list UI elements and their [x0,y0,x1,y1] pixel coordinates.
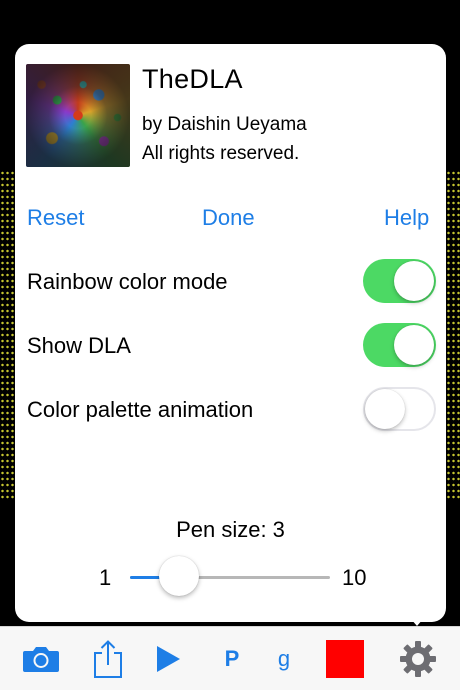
toggle-knob [394,261,434,301]
reset-button[interactable]: Reset [27,205,84,231]
play-button[interactable] [152,627,184,690]
app-author: by Daishin Ueyama [142,114,307,135]
app-icon [26,64,130,167]
screen: TheDLA by Daishin Ueyama All rights rese… [0,0,460,690]
done-button[interactable]: Done [202,205,255,231]
popover-arrow [405,612,429,626]
p-label: P [224,646,240,671]
bottom-toolbar: P g [0,626,460,690]
p-button[interactable]: P [218,627,246,690]
pen-size-slider-thumb[interactable] [158,556,199,596]
dla-pattern-left [0,170,14,500]
play-icon [157,646,180,672]
camera-button[interactable] [20,627,62,690]
toggle-knob [394,325,434,365]
toggle-knob [365,389,405,429]
share-button[interactable] [90,627,126,690]
app-rights: All rights reserved. [142,143,300,164]
app-title: TheDLA [142,64,243,94]
slider-max-label: 10 [342,565,367,590]
slider-min-label: 1 [99,565,112,590]
g-button[interactable]: g [272,627,296,690]
camera-icon [23,647,59,672]
settings-popover: TheDLA by Daishin Ueyama All rights rese… [15,44,446,622]
color-button[interactable] [325,627,365,690]
g-label: g [277,646,291,671]
show-dla-label: Show DLA [27,333,131,358]
dla-pattern-right [446,170,460,500]
gear-icon [400,641,436,677]
pen-size-label: Pen size: 3 [176,517,285,542]
help-button[interactable]: Help [384,205,429,231]
rainbow-color-mode-toggle[interactable] [363,259,436,303]
color-palette-animation-toggle[interactable] [363,387,436,431]
rainbow-color-mode-label: Rainbow color mode [27,269,228,294]
show-dla-toggle[interactable] [363,323,436,367]
color-swatch [326,640,364,678]
settings-button[interactable] [398,627,438,690]
share-icon [94,640,122,678]
color-palette-animation-label: Color palette animation [27,397,254,422]
